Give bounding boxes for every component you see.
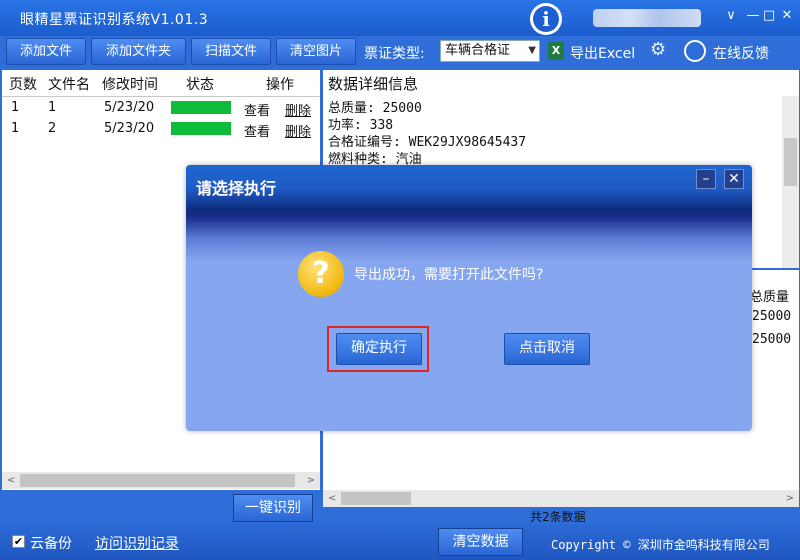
right-horizontal-scrollbar[interactable]: < >: [323, 490, 799, 507]
dialog-minimize-icon[interactable]: –: [696, 169, 716, 189]
scroll-thumb[interactable]: [341, 492, 411, 505]
row1-page: 1: [11, 100, 20, 115]
recognize-button[interactable]: 一键识别: [233, 494, 313, 522]
history-link[interactable]: 访问识别记录: [95, 533, 179, 553]
cloud-backup-checkbox[interactable]: ✔: [12, 535, 25, 548]
result-cell: 25000: [752, 309, 792, 324]
scroll-thumb[interactable]: [20, 474, 295, 487]
col-header-filename[interactable]: 文件名: [48, 74, 90, 94]
dialog-title: 请选择执行: [196, 179, 277, 198]
col-header-status[interactable]: 状态: [186, 74, 214, 94]
left-horizontal-scrollbar[interactable]: < >: [2, 472, 320, 489]
ticket-type-label: 票证类型:: [364, 46, 425, 62]
row1-delete-link[interactable]: 删除: [285, 100, 311, 119]
detail-vertical-scrollbar[interactable]: [782, 96, 799, 268]
row2-delete-link[interactable]: 删除: [285, 121, 311, 140]
row2-modified: 5/23/20: [104, 121, 155, 136]
copyright-text: Copyright © 深圳市金鸣科技有限公司: [551, 538, 770, 552]
export-excel-button[interactable]: 导出Excel: [570, 43, 635, 63]
dialog-close-icon[interactable]: ✕: [724, 169, 744, 189]
ticket-type-value: 车辆合格证: [445, 43, 511, 58]
scroll-thumb[interactable]: [784, 138, 797, 186]
chevron-down-icon: ▼: [528, 45, 536, 56]
add-folder-button[interactable]: 添加文件夹: [91, 38, 186, 65]
col-header-actions[interactable]: 操作: [266, 74, 294, 94]
row2-view-link[interactable]: 查看: [244, 121, 270, 140]
gear-icon[interactable]: ⚙: [650, 40, 670, 60]
header-divider: [2, 96, 320, 97]
row1-status-progress: [171, 101, 231, 114]
question-icon: ?: [298, 251, 344, 297]
row2-name: 2: [48, 121, 57, 136]
scan-file-button[interactable]: 扫描文件: [191, 38, 271, 65]
info-logo-icon: i: [530, 3, 562, 35]
excel-icon[interactable]: X: [548, 42, 564, 60]
add-file-button[interactable]: 添加文件: [6, 38, 86, 65]
cloud-backup-label: 云备份: [30, 536, 72, 552]
app-title: 眼精星票证识别系统V1.01.3: [20, 12, 209, 28]
row1-modified: 5/23/20: [104, 100, 155, 115]
detail-title: 数据详细信息: [328, 75, 419, 93]
row1-view-link[interactable]: 查看: [244, 100, 270, 119]
clear-images-button[interactable]: 清空图片: [276, 38, 356, 65]
confirm-dialog: 请选择执行 – ✕ ? 导出成功，需要打开此文件吗? 确定执行 点击取消: [186, 165, 752, 431]
col-header-modified[interactable]: 修改时间: [102, 74, 158, 94]
row2-page: 1: [11, 121, 20, 136]
dialog-message: 导出成功，需要打开此文件吗?: [354, 267, 544, 283]
scroll-left-icon[interactable]: <: [328, 490, 336, 507]
record-count: 共2条数据: [530, 510, 586, 524]
result-cell: 25000: [752, 332, 792, 347]
clear-data-button[interactable]: 清空数据: [438, 528, 523, 556]
chat-icon[interactable]: [684, 40, 706, 62]
scroll-right-icon[interactable]: >: [307, 472, 315, 489]
scroll-right-icon[interactable]: >: [786, 490, 794, 507]
menu-icon[interactable]: ∨: [722, 7, 740, 25]
row1-name: 1: [48, 100, 57, 115]
confirm-button[interactable]: 确定执行: [336, 333, 422, 365]
cancel-button[interactable]: 点击取消: [504, 333, 590, 365]
result-col-header[interactable]: 总质量: [750, 286, 789, 305]
user-name-blurred: [593, 9, 701, 27]
scroll-left-icon[interactable]: <: [7, 472, 15, 489]
online-feedback-button[interactable]: 在线反馈: [713, 43, 769, 63]
maximize-icon[interactable]: □: [760, 7, 778, 25]
ticket-type-select[interactable]: 车辆合格证 ▼: [440, 40, 540, 62]
col-header-page[interactable]: 页数: [9, 74, 37, 94]
row2-status-progress: [171, 122, 231, 135]
close-icon[interactable]: ✕: [778, 7, 796, 25]
